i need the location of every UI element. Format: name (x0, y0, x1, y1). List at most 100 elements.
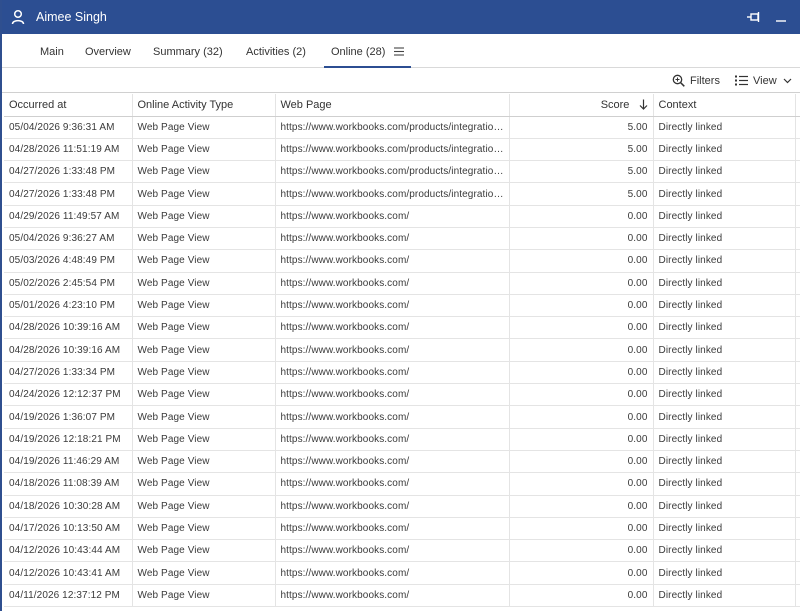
cell-occurred-at: 05/02/2026 2:45:54 PM (4, 272, 133, 295)
table-row[interactable]: 05/03/2026 4:48:49 PM Web Page View https:… (4, 249, 800, 273)
cell-activity-type: Web Page View (132, 249, 276, 273)
cell-activity-type: Web Page View (132, 338, 276, 362)
column-header-score[interactable]: Score (509, 94, 654, 117)
cell-activity-type: Web Page View (132, 160, 276, 184)
table-row[interactable]: 05/01/2026 4:23:10 PM Web Page View https:… (4, 294, 800, 318)
cell-score: 0.00 (509, 539, 654, 563)
cell-web-page: https://www.workbooks.com/ (275, 450, 510, 474)
column-header-web-page[interactable]: Web Page (275, 94, 510, 117)
filters-button[interactable]: Filters (672, 72, 720, 89)
cell-extra (795, 316, 800, 340)
tab-online-label: Online (28) (331, 46, 386, 58)
table-row[interactable]: 04/18/2026 11:08:39 AM Web Page View https… (4, 472, 800, 496)
column-header-activity-type[interactable]: Online Activity Type (132, 94, 276, 117)
cell-web-page: https://www.workbooks.com/ (275, 272, 510, 295)
online-activity-table: Occurred at Online Activity Type Web Pag… (4, 94, 800, 608)
cell-context: Directly linked (653, 472, 796, 496)
view-button[interactable]: View (735, 72, 792, 89)
cell-occurred-at: 04/19/2026 12:18:21 PM (4, 428, 133, 451)
cell-web-page: https://www.workbooks.com/ (275, 539, 510, 563)
list-view-icon (735, 75, 748, 86)
tab-summary[interactable]: Summary (32) (153, 34, 223, 68)
cell-web-page: https://www.workbooks.com/ (275, 361, 510, 385)
table-row[interactable]: 04/24/2026 12:12:37 PM Web Page View https… (4, 383, 800, 407)
cell-extra (795, 227, 800, 251)
table-row[interactable]: 04/19/2026 11:46:29 AM Web Page View https… (4, 450, 800, 474)
cell-web-page: https://www.workbooks.com/ (275, 249, 510, 273)
table-row[interactable]: 04/27/2026 1:33:34 PM Web Page View https:… (4, 361, 800, 385)
table-row[interactable]: 04/12/2026 10:43:44 AM Web Page View https… (4, 539, 800, 563)
tab-main[interactable]: Main (40, 34, 64, 68)
cell-context: Directly linked (653, 227, 796, 251)
cell-score: 0.00 (509, 205, 654, 228)
cell-score: 5.00 (509, 116, 654, 139)
table-row[interactable]: 04/18/2026 10:30:28 AM Web Page View https… (4, 495, 800, 518)
table-row[interactable]: 04/12/2026 10:43:41 AM Web Page View https… (4, 561, 800, 585)
cell-context: Directly linked (653, 249, 796, 273)
cell-extra (795, 383, 800, 407)
cell-context: Directly linked (653, 584, 796, 608)
table-row[interactable]: 04/11/2026 12:37:12 PM Web Page View https… (4, 584, 800, 608)
cell-score: 0.00 (509, 316, 654, 340)
table-row[interactable]: 04/27/2026 1:33:48 PM Web Page View https:… (4, 182, 800, 206)
cell-web-page: https://www.workbooks.com/ (275, 294, 510, 318)
cell-web-page: https://www.workbooks.com/ (275, 316, 510, 340)
cell-web-page: https://www.workbooks.com/ (275, 338, 510, 362)
cell-activity-type: Web Page View (132, 517, 276, 541)
cell-activity-type: Web Page View (132, 472, 276, 496)
cell-web-page: https://www.workbooks.com/ (275, 472, 510, 496)
pin-icon[interactable] (746, 10, 762, 24)
cell-activity-type: Web Page View (132, 450, 276, 474)
cell-activity-type: Web Page View (132, 116, 276, 139)
cell-context: Directly linked (653, 272, 796, 295)
cell-activity-type: Web Page View (132, 182, 276, 206)
cell-score: 0.00 (509, 383, 654, 407)
table-row[interactable]: 04/17/2026 10:13:50 AM Web Page View https… (4, 517, 800, 541)
table-row[interactable]: 04/28/2026 10:39:16 AM Web Page View https… (4, 338, 800, 362)
cell-occurred-at: 04/18/2026 11:08:39 AM (4, 472, 133, 496)
title-bar: Aimee Singh (2, 0, 800, 34)
tab-activities[interactable]: Activities (2) (246, 34, 306, 68)
cell-activity-type: Web Page View (132, 294, 276, 318)
cell-occurred-at: 04/17/2026 10:13:50 AM (4, 517, 133, 541)
cell-occurred-at: 04/27/2026 1:33:48 PM (4, 160, 133, 184)
table-row[interactable]: 04/28/2026 10:39:16 AM Web Page View https… (4, 316, 800, 340)
cell-extra (795, 472, 800, 496)
table-row[interactable]: 05/02/2026 2:45:54 PM Web Page View https:… (4, 272, 800, 295)
column-header-occurred-at[interactable]: Occurred at (4, 94, 133, 117)
table-row[interactable]: 05/04/2026 9:36:27 AM Web Page View https:… (4, 227, 800, 251)
cell-web-page: https://www.workbooks.com/ (275, 205, 510, 228)
cell-context: Directly linked (653, 450, 796, 474)
grid-toolbar: Filters View (2, 68, 800, 93)
cell-web-page: https://www.workbooks.com/ (275, 405, 510, 429)
cell-context: Directly linked (653, 539, 796, 563)
chevron-down-icon (783, 78, 792, 83)
table-row[interactable]: 04/29/2026 11:49:57 AM Web Page View https… (4, 205, 800, 228)
view-label: View (753, 74, 777, 87)
table-row[interactable]: 04/19/2026 1:36:07 PM Web Page View https:… (4, 405, 800, 429)
cell-context: Directly linked (653, 182, 796, 206)
cell-extra (795, 338, 800, 362)
tab-overview[interactable]: Overview (85, 34, 131, 68)
cell-occurred-at: 04/27/2026 1:33:34 PM (4, 361, 133, 385)
cell-activity-type: Web Page View (132, 383, 276, 407)
table-row[interactable]: 05/04/2026 9:36:31 AM Web Page View https:… (4, 116, 800, 139)
minimize-icon[interactable] (774, 10, 788, 24)
cell-score: 0.00 (509, 405, 654, 429)
cell-web-page: https://www.workbooks.com/ (275, 584, 510, 608)
table-body: 05/04/2026 9:36:31 AM Web Page View https:… (4, 116, 800, 608)
cell-occurred-at: 04/11/2026 12:37:12 PM (4, 584, 133, 608)
cell-score: 0.00 (509, 472, 654, 496)
table-row[interactable]: 04/19/2026 12:18:21 PM Web Page View https… (4, 428, 800, 451)
table-row[interactable]: 04/28/2026 11:51:19 AM Web Page View https… (4, 138, 800, 162)
cell-score: 0.00 (509, 517, 654, 541)
cell-activity-type: Web Page View (132, 561, 276, 585)
cell-extra (795, 428, 800, 451)
column-header-context[interactable]: Context (653, 94, 796, 117)
table-row[interactable]: 04/27/2026 1:33:48 PM Web Page View https:… (4, 160, 800, 184)
tab-bar: Main Overview Summary (32) Activities (2… (2, 34, 800, 68)
cell-occurred-at: 04/12/2026 10:43:44 AM (4, 539, 133, 563)
cell-web-page: https://www.workbooks.com/ (275, 495, 510, 518)
menu-icon[interactable] (394, 47, 405, 56)
tab-online[interactable]: Online (28) (324, 34, 412, 68)
